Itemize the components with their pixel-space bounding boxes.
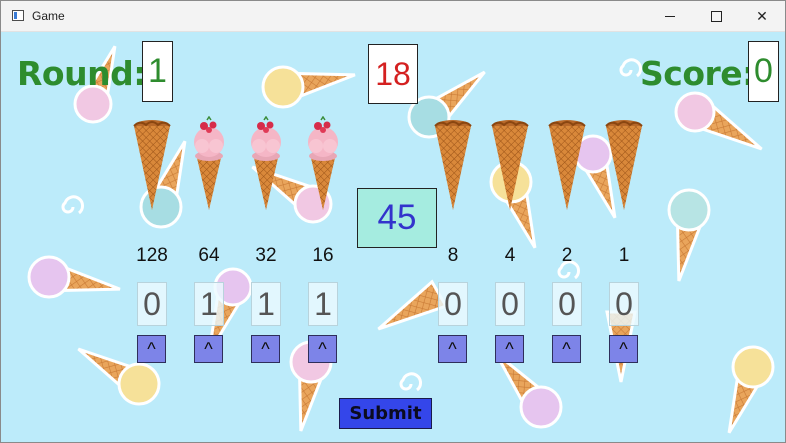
bit-toggle-button[interactable]: ^ [194,335,223,363]
minimize-button[interactable] [647,1,693,31]
empty-cone-icon [132,116,172,212]
strawberry-ice-cream-cone-icon [189,115,229,212]
bit-toggle-button[interactable]: ^ [552,335,581,363]
bg-cone-2 [261,59,359,109]
bit-toggle-button[interactable]: ^ [438,335,467,363]
score-label: Score: [640,54,755,93]
bit-toggle-button[interactable]: ^ [137,335,166,363]
bit-value-field[interactable]: 1 [308,282,338,326]
bit-value-field[interactable]: 0 [552,282,582,326]
bit-value-field[interactable]: 0 [137,282,167,326]
strawberry-ice-cream-cone-icon [246,115,286,212]
empty-cone-icon [604,116,644,212]
bit-weight-label: 128 [136,245,168,266]
minimize-icon [665,15,675,17]
round-value: 1 [142,41,173,102]
bg-cone-6 [663,188,711,285]
maximize-icon [710,10,722,22]
target-number: 45 [357,188,437,248]
bit-value-field[interactable]: 0 [495,282,525,326]
bit-weight-label: 8 [447,245,459,266]
game-area: Round: 1 18 Score: 0 45 128 0 ^ 64 1 ^ 3… [1,32,785,442]
bit-weight-label: 4 [504,245,516,266]
bit-value-field[interactable]: 1 [251,282,281,326]
bit-toggle-button[interactable]: ^ [308,335,337,363]
bit-weight-label: 64 [198,245,220,266]
bit-toggle-button[interactable]: ^ [609,335,638,363]
close-icon: ✕ [756,7,768,24]
bit-toggle-button[interactable]: ^ [495,335,524,363]
bit-weight-label: 32 [255,245,277,266]
strawberry-ice-cream-cone-icon [303,115,343,212]
round-label: Round: [17,54,146,93]
bit-weight-label: 2 [561,245,573,266]
empty-cone-icon [433,116,473,212]
bit-value-field[interactable]: 0 [438,282,468,326]
window-title: Game [32,9,65,23]
bg-cone-10 [27,255,124,305]
bit-weight-label: 16 [312,245,334,266]
close-button[interactable]: ✕ [739,1,785,31]
empty-cone-icon [547,116,587,212]
bit-value-field[interactable]: 1 [194,282,224,326]
bit-weight-label: 1 [618,245,630,266]
bit-toggle-button[interactable]: ^ [251,335,280,363]
score-value: 0 [748,41,779,102]
bit-value-field[interactable]: 0 [609,282,639,326]
game-window: Game ✕ Round: 1 18 Score: 0 45 128 0 ^ 6… [0,0,786,443]
submit-button[interactable]: Submit [339,398,432,429]
bg-cone-17 [714,345,775,440]
app-icon [12,10,24,21]
bg-cone-5 [674,91,771,163]
bg-cone-12 [369,280,448,343]
maximize-button[interactable] [693,1,739,31]
empty-cone-icon [490,116,530,212]
title-bar[interactable]: Game ✕ [1,1,785,32]
timer-value: 18 [368,44,418,104]
